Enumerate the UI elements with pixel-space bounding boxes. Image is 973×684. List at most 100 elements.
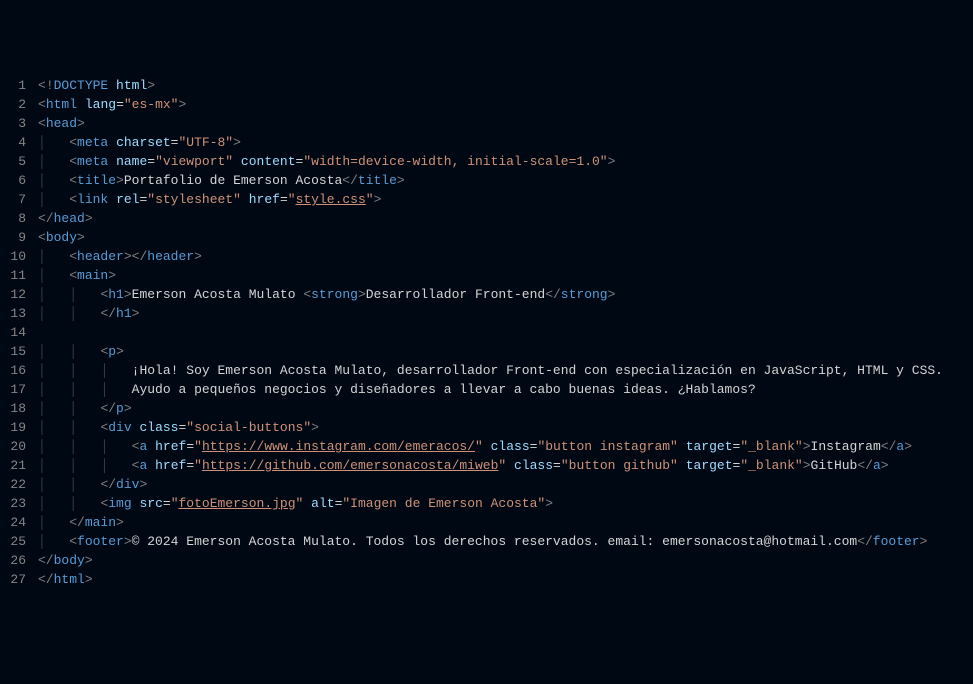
token-tag-bracket: < [69,249,77,264]
token-tag-bracket: </ [857,458,873,473]
code-line[interactable]: │ │ │ Ayudo a pequeños negocios y diseña… [38,380,943,399]
token-tag-bracket: < [303,287,311,302]
token-attr-name: href [155,439,186,454]
token-tag-name: strong [311,287,358,302]
token-tag-bracket: < [69,268,77,283]
token-tag-bracket: < [38,78,46,93]
token-tag-name: meta [77,154,108,169]
token-tag-name: html [46,97,77,112]
code-line[interactable]: │ │ │ ¡Hola! Soy Emerson Acosta Mulato, … [38,361,943,380]
token-tag-bracket: </ [69,515,85,530]
code-editor[interactable]: 1234567891011121314151617181920212223242… [0,76,973,589]
code-line[interactable] [38,323,943,342]
code-line[interactable]: │ <footer>© 2024 Emerson Acosta Mulato. … [38,532,943,551]
code-line[interactable]: │ <link rel="stylesheet" href="style.css… [38,190,943,209]
line-number: 17 [8,380,26,399]
token-attr-name: src [139,496,162,511]
token-tag-bracket: > [116,173,124,188]
token-tag-bracket: < [69,135,77,150]
token-tag-bracket: > [608,154,616,169]
code-line[interactable]: <head> [38,114,943,133]
token-tag-name: head [54,211,85,226]
code-line[interactable]: │ │ <div class="social-buttons"> [38,418,943,437]
token-tag-bracket: < [69,173,77,188]
code-line[interactable]: │ │ │ <a href="https://github.com/emerso… [38,456,943,475]
token-attr-name: href [249,192,280,207]
code-line[interactable]: │ │ </p> [38,399,943,418]
token-attr-name: href [155,458,186,473]
code-line[interactable]: <html lang="es-mx"> [38,95,943,114]
token-tag-bracket: > [374,192,382,207]
token-attr-value: " [171,496,179,511]
token-doctype: DOCTYPE [54,78,109,93]
code-line[interactable]: <body> [38,228,943,247]
code-line[interactable]: │ <header></header> [38,247,943,266]
token-text [678,439,686,454]
code-line[interactable]: │ <title>Portafolio de Emerson Acosta</t… [38,171,943,190]
token-text [241,192,249,207]
code-line[interactable]: │ │ </h1> [38,304,943,323]
token-tag-bracket: </ [881,439,897,454]
code-line[interactable]: │ <meta charset="UTF-8"> [38,133,943,152]
token-tag-bracket: > [608,287,616,302]
token-tag-bracket: > [139,477,147,492]
line-number: 26 [8,551,26,570]
token-tag-bracket: > [881,458,889,473]
code-line[interactable]: </body> [38,551,943,570]
token-tag-name: p [108,344,116,359]
token-tag-bracket: < [38,230,46,245]
code-line[interactable]: │ <meta name="viewport" content="width=d… [38,152,943,171]
line-number: 16 [8,361,26,380]
token-text: Desarrollador Front-end [366,287,545,302]
code-line[interactable]: │ │ <h1>Emerson Acosta Mulato <strong>De… [38,285,943,304]
token-tag-bracket: > [147,78,155,93]
line-number: 10 [8,247,26,266]
code-line[interactable]: │ │ │ <a href="https://www.instagram.com… [38,437,943,456]
token-tag-name: body [54,553,85,568]
token-text: GitHub [811,458,858,473]
line-number: 12 [8,285,26,304]
code-line[interactable]: │ │ <p> [38,342,943,361]
code-area[interactable]: <!DOCTYPE html><html lang="es-mx"><head>… [38,76,959,589]
token-tag-bracket: > [85,553,93,568]
token-tag-name: img [108,496,131,511]
code-line[interactable]: │ <main> [38,266,943,285]
token-tag-name: title [358,173,397,188]
token-attr-value: style.css [296,192,366,207]
line-number: 8 [8,209,26,228]
token-tag-bracket: > [85,211,93,226]
line-number: 6 [8,171,26,190]
line-number: 13 [8,304,26,323]
token-attr-value: " [194,458,202,473]
code-line[interactable]: <!DOCTYPE html> [38,76,943,95]
token-tag-name: h1 [116,306,132,321]
token-tag-bracket: < [69,154,77,169]
token-attr-value: "button instagram" [537,439,677,454]
line-number: 7 [8,190,26,209]
token-attr-eq: = [280,192,288,207]
token-attr-eq: = [163,496,171,511]
token-tag-name: title [77,173,116,188]
token-tag-name: div [108,420,131,435]
line-number: 22 [8,475,26,494]
line-number: 21 [8,456,26,475]
code-line[interactable]: │ </main> [38,513,943,532]
code-line[interactable]: │ │ <img src="fotoEmerson.jpg" alt="Imag… [38,494,943,513]
token-attr-value: "viewport" [155,154,233,169]
token-tag-bracket: > [124,249,132,264]
token-tag-bracket: > [132,306,140,321]
token-tag-name: strong [561,287,608,302]
code-line[interactable]: │ │ </div> [38,475,943,494]
token-tag-bracket: > [194,249,202,264]
token-text [678,458,686,473]
token-tag-bracket: </ [100,306,116,321]
code-line[interactable]: </head> [38,209,943,228]
code-line[interactable]: </html> [38,570,943,589]
token-attr-name: html [108,78,147,93]
token-tag-bracket: > [108,268,116,283]
token-attr-name: name [116,154,147,169]
token-text: Instagram [811,439,881,454]
token-text: Emerson Acosta Mulato [132,287,304,302]
token-tag-bracket: > [803,439,811,454]
token-text [147,439,155,454]
